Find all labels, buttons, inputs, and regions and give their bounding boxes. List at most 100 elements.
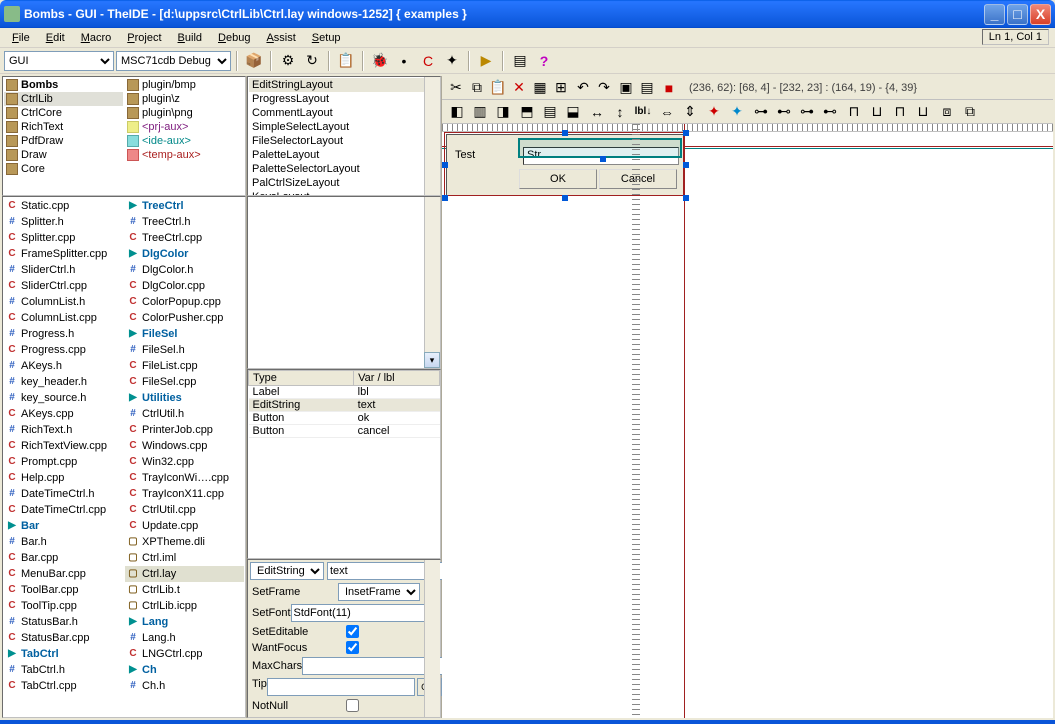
file-item[interactable]: ▢Ctrl.lay [125,566,244,582]
anchor-x-icon[interactable]: ✦ [703,101,725,123]
stop-icon[interactable]: C [417,50,439,72]
file-item[interactable]: CWindows.cpp [125,438,244,454]
file-item[interactable]: CDateTimeCtrl.cpp [4,502,123,518]
menu-debug[interactable]: Debug [210,30,258,46]
spring6-icon[interactable]: ⊔ [866,101,888,123]
dist-v-icon[interactable]: ↕ [609,101,631,123]
file-item[interactable]: CFileSel.cpp [125,374,244,390]
menu-project[interactable]: Project [119,30,169,46]
dist-h-icon[interactable]: ↔ [586,101,608,123]
hspring-icon[interactable]: ⇔ [656,101,678,123]
package-item[interactable]: Bombs [4,78,123,92]
file-item[interactable]: CStatic.cpp [4,198,123,214]
rebuild-icon[interactable]: ↻ [301,50,323,72]
align-top-icon[interactable]: ⬒ [516,101,538,123]
table-row[interactable]: EditStringtext [249,399,440,412]
file-item[interactable]: #RichText.h [4,422,123,438]
file-item[interactable]: CRichTextView.cpp [4,438,123,454]
file-item[interactable]: CSplitter.cpp [4,230,123,246]
file-item[interactable]: #TreeCtrl.h [125,214,244,230]
close-button[interactable]: X [1030,4,1051,25]
file-item[interactable]: CHelp.cpp [4,470,123,486]
file-item[interactable]: CTreeCtrl.cpp [125,230,244,246]
layout-item[interactable]: ProgressLayout [249,92,439,106]
file-item[interactable]: ▢Ctrl.iml [125,550,244,566]
tool2-icon[interactable]: ▤ [637,78,657,98]
file-item[interactable]: #Progress.h [4,326,123,342]
cut-icon[interactable]: ✂ [446,78,466,98]
file-item[interactable]: ▶TabCtrl [4,646,123,662]
build-icon[interactable]: ⚙ [277,50,299,72]
output-icon[interactable]: ▤ [509,50,531,72]
file-item[interactable]: CPrompt.cpp [4,454,123,470]
file-item[interactable]: CDlgColor.cpp [125,278,244,294]
table-row[interactable]: Buttonok [249,412,440,425]
select-icon[interactable]: ▦ [530,78,550,98]
break-icon[interactable]: ✦ [441,50,463,72]
layout-item[interactable]: PaletteSelectorLayout [249,162,439,176]
design-canvas[interactable]: Test Str OK Cancel [442,124,1053,718]
vspring-icon[interactable]: ⇕ [679,101,701,123]
build-config-select[interactable]: MSC71cdb Debug [116,51,231,71]
file-item[interactable]: CUpdate.cpp [125,518,244,534]
seteditable-checkbox[interactable] [346,625,359,638]
layout-item[interactable]: EditStringLayout [249,78,439,92]
file-item[interactable]: ▶TreeCtrl [125,198,244,214]
copy-icon[interactable]: ⧉ [467,78,487,98]
paste-icon[interactable]: 📋 [488,78,508,98]
align-left-icon[interactable]: ◧ [446,101,468,123]
file-item[interactable]: CAKeys.cpp [4,406,123,422]
file-item[interactable]: CTrayIconX11.cpp [125,486,244,502]
layout-item[interactable]: PalCtrlSizeLayout [249,176,439,190]
package-item[interactable]: Core [4,162,123,176]
menu-macro[interactable]: Macro [73,30,120,46]
file-item[interactable]: CCtrlUtil.cpp [125,502,244,518]
file-item[interactable]: CFrameSplitter.cpp [4,246,123,262]
file-item[interactable]: #key_header.h [4,374,123,390]
file-item[interactable]: #key_source.h [4,390,123,406]
table-row[interactable]: Labellbl [249,386,440,399]
file-item[interactable]: CLNGCtrl.cpp [125,646,244,662]
auto2-icon[interactable]: ⧉ [959,101,981,123]
file-item[interactable]: CProgress.cpp [4,342,123,358]
align-middle-icon[interactable]: ▤ [539,101,561,123]
file-item[interactable]: #Bar.h [4,534,123,550]
delete-icon[interactable]: ✕ [509,78,529,98]
spring3-icon[interactable]: ⊶ [796,101,818,123]
menu-build[interactable]: Build [170,30,210,46]
main-config-select[interactable]: GUI [4,51,114,71]
scrollbar[interactable] [424,560,440,717]
setfont-input[interactable] [291,604,439,622]
file-item[interactable]: CColumnList.cpp [4,310,123,326]
package-item[interactable]: Draw [4,148,123,162]
package-item[interactable]: CtrlLib [4,92,123,106]
file-item[interactable]: ▶Utilities [125,390,244,406]
package-item[interactable]: <temp-aux> [125,148,244,162]
file-item[interactable]: #AKeys.h [4,358,123,374]
spring5-icon[interactable]: ⊓ [843,101,865,123]
file-item[interactable]: ▢CtrlLib.t [125,582,244,598]
package-item[interactable]: CtrlCore [4,106,123,120]
file-item[interactable]: CPrinterJob.cpp [125,422,244,438]
file-item[interactable]: #DateTimeCtrl.h [4,486,123,502]
file-item[interactable]: #ColumnList.h [4,294,123,310]
prop-type-select[interactable]: EditString [250,562,324,580]
file-item[interactable]: CMenuBar.cpp [4,566,123,582]
file-item[interactable]: CColorPopup.cpp [125,294,244,310]
menu-setup[interactable]: Setup [304,30,349,46]
file-item[interactable]: CTabCtrl.cpp [4,678,123,694]
layout-item[interactable]: SimpleSelectLayout [249,120,439,134]
layout-item[interactable]: PaletteLayout [249,148,439,162]
file-item[interactable]: #FileSel.h [125,342,244,358]
col-type[interactable]: Type [249,371,354,386]
spring8-icon[interactable]: ⊔ [912,101,934,123]
package-item[interactable]: <prj-aux> [125,120,244,134]
scroll-down-icon[interactable]: ▾ [424,352,440,368]
file-item[interactable]: CTrayIconWi….cpp [125,470,244,486]
package-item[interactable]: PdfDraw [4,134,123,148]
col-var[interactable]: Var / lbl [354,371,440,386]
copy-icon[interactable]: 📋 [335,50,357,72]
file-item[interactable]: ▶DlgColor [125,246,244,262]
package-item[interactable]: RichText [4,120,123,134]
file-item[interactable]: CBar.cpp [4,550,123,566]
